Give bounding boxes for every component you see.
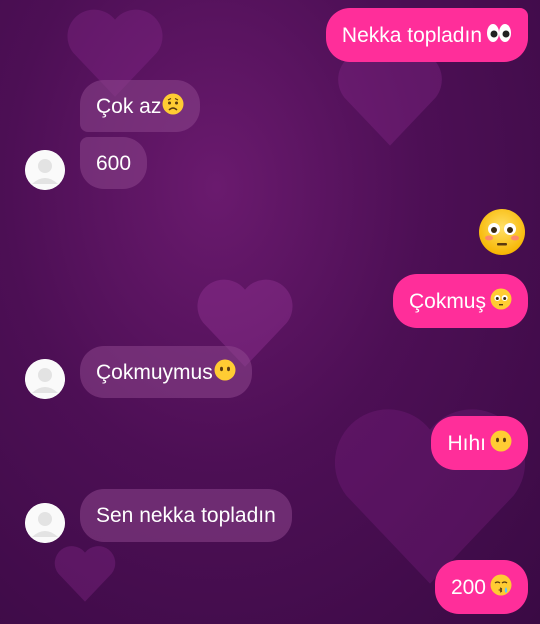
message-text: Çokmuş <box>408 289 486 313</box>
outgoing-message[interactable]: Çokmuş <box>392 274 528 328</box>
message-text: 600 <box>96 151 132 175</box>
no-mouth-face-icon <box>214 359 236 385</box>
message-text: Sen nekka topladın <box>96 504 276 527</box>
incoming-message[interactable]: Çok az <box>80 80 201 132</box>
eyes-icon <box>486 22 512 48</box>
kissing-face-icon <box>490 574 512 600</box>
incoming-message[interactable]: 600 <box>80 137 148 189</box>
chat-window: Nekka topladın Çok az 600 Çokmuş Çokmuym… <box>0 0 540 624</box>
incoming-message[interactable]: Sen nekka topladın <box>80 489 292 542</box>
incoming-message[interactable]: Çokmuymus <box>80 346 252 398</box>
avatar[interactable] <box>25 150 65 190</box>
outgoing-message[interactable]: Hıhı <box>431 416 528 470</box>
background-heart-icon <box>54 546 116 602</box>
message-text: Hıhı <box>447 431 486 455</box>
message-text: Çokmuymus <box>96 360 213 384</box>
outgoing-message[interactable]: Nekka topladın <box>325 8 528 62</box>
no-mouth-face-icon <box>490 430 512 456</box>
message-text: Nekka topladın <box>341 23 482 47</box>
avatar[interactable] <box>25 503 65 543</box>
outgoing-message[interactable]: 200 <box>434 560 528 614</box>
message-text: Çok az <box>96 94 162 118</box>
worried-face-icon <box>162 93 184 119</box>
message-text: 200 <box>450 575 486 599</box>
flushed-face-icon[interactable] <box>478 208 526 256</box>
flushed-face-icon <box>490 288 512 314</box>
avatar[interactable] <box>25 359 65 399</box>
